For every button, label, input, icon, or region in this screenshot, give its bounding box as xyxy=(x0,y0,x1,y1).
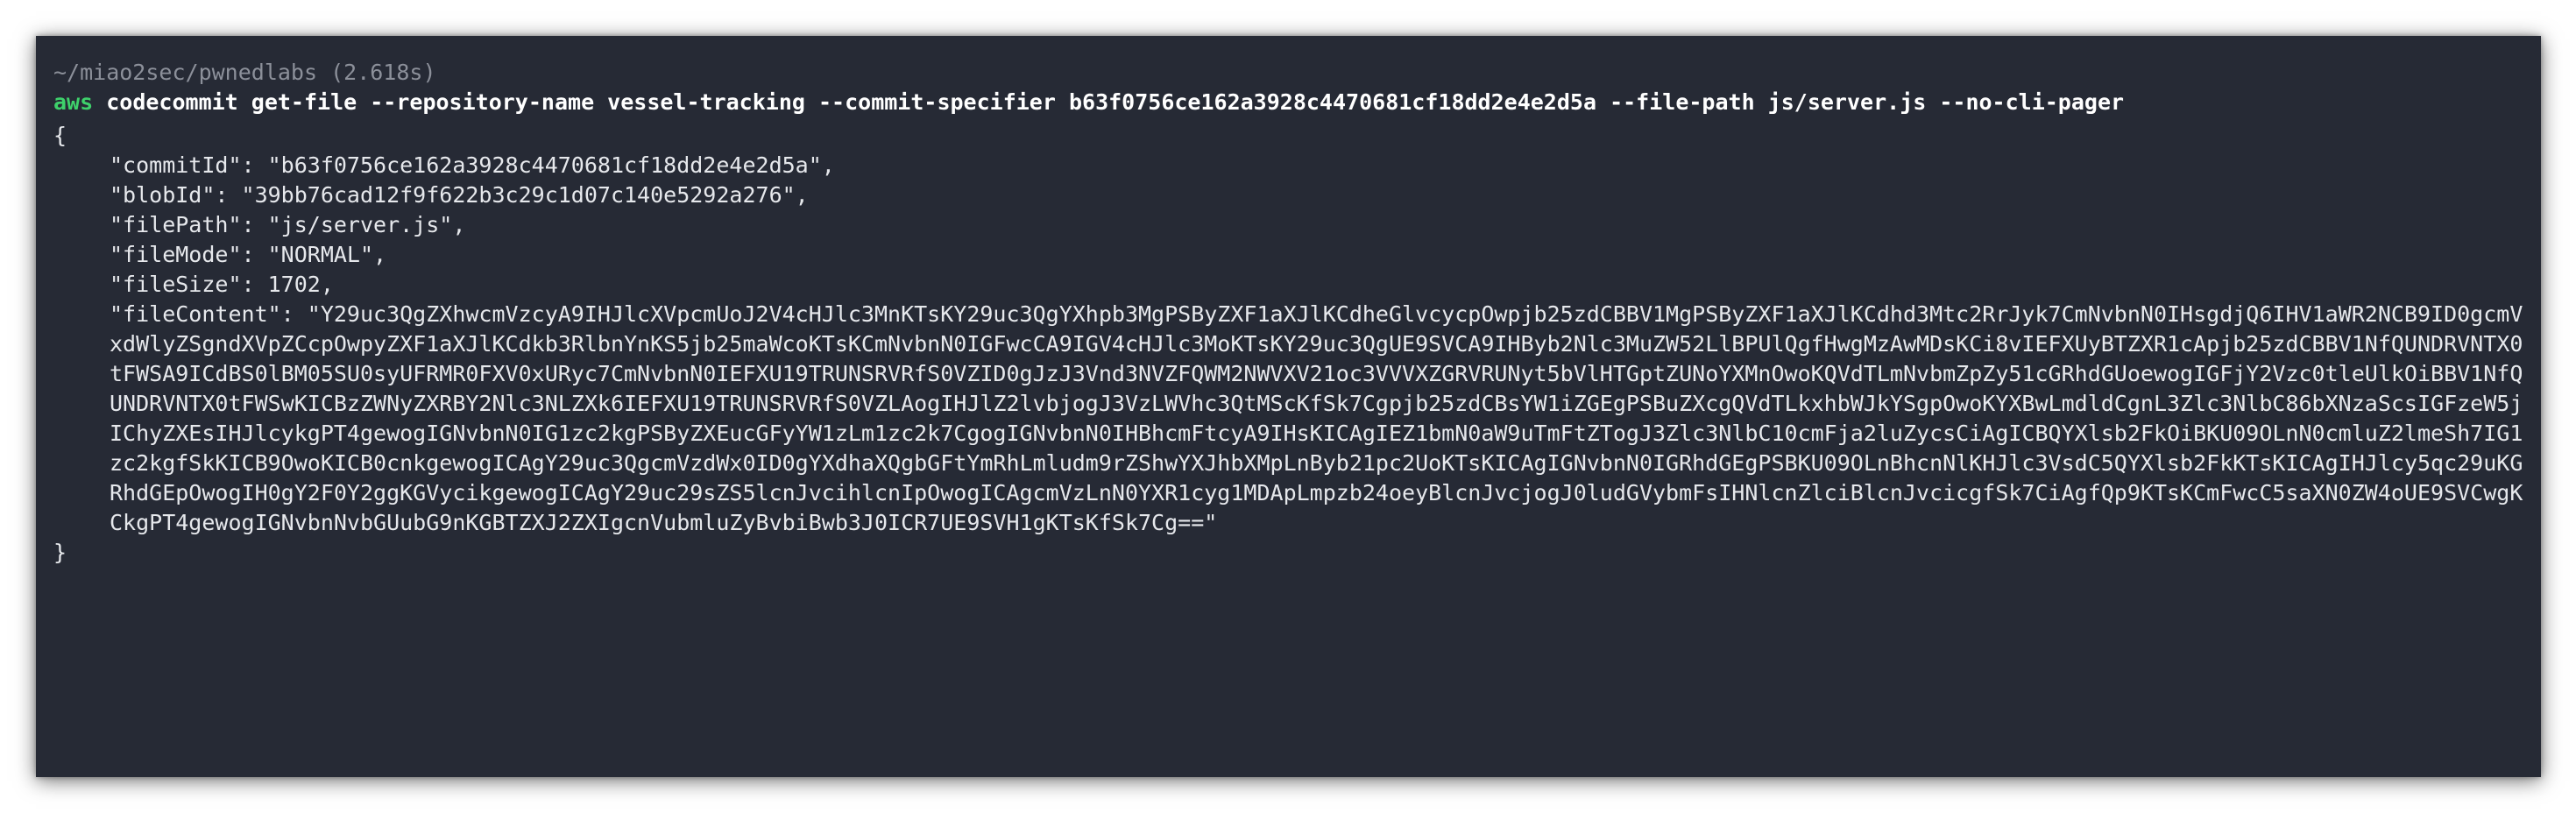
command-output: { "commitId": "b63f0756ce162a3928c447068… xyxy=(53,121,2523,568)
json-field-file-size: "fileSize": 1702, xyxy=(110,272,334,297)
command-arguments: codecommit get-file --repository-name ve… xyxy=(106,89,2125,115)
command-executable: aws xyxy=(53,89,94,115)
terminal-window[interactable]: ~/miao2sec/pwnedlabs (2.618s) aws codeco… xyxy=(36,36,2541,777)
command-line: aws codecommit get-file --repository-nam… xyxy=(53,88,2523,117)
json-field-file-content: "fileContent": "Y29uc3QgZXhwcmVzcyA9IHJl… xyxy=(110,301,2523,535)
json-open-brace: { xyxy=(53,123,67,148)
prompt-line: ~/miao2sec/pwnedlabs (2.618s) xyxy=(53,58,2523,88)
json-field-commit-id: "commitId": "b63f0756ce162a3928c4470681c… xyxy=(110,152,835,178)
command-duration: (2.618s) xyxy=(330,60,436,85)
prompt-path: ~/miao2sec/pwnedlabs xyxy=(53,60,318,85)
json-field-file-path: "filePath": "js/server.js", xyxy=(110,212,466,237)
json-field-file-mode: "fileMode": "NORMAL", xyxy=(110,242,387,267)
json-close-brace: } xyxy=(53,540,67,565)
json-field-blob-id: "blobId": "39bb76cad12f9f622b3c29c1d07c1… xyxy=(110,182,809,208)
